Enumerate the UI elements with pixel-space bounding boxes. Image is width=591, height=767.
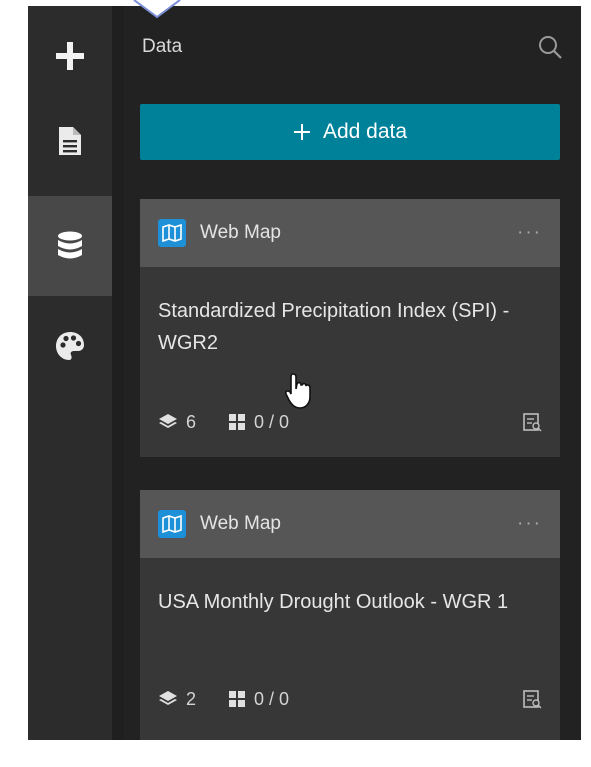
card-header: Web Map ···	[140, 490, 560, 558]
card-header: Web Map ···	[140, 199, 560, 267]
details-icon[interactable]	[522, 689, 542, 709]
layers-icon	[159, 414, 177, 428]
table-count-value: 0 / 0	[254, 411, 290, 432]
card-title: USA Monthly Drought Outlook - WGR 1	[158, 591, 509, 613]
card-stats: 2 0 / 0	[158, 686, 542, 712]
card-stats: 6 0 / 0	[158, 409, 542, 435]
web-map-icon	[158, 510, 186, 538]
rail-theme-button[interactable]	[28, 296, 112, 396]
side-rail	[28, 6, 112, 740]
rail-data-button[interactable]	[28, 196, 112, 296]
data-card[interactable]: Web Map ··· USA Monthly Drought Outlook …	[140, 490, 560, 740]
rail-page-button[interactable]	[28, 91, 112, 191]
layer-count-value: 2	[186, 688, 197, 709]
hand-cursor-icon	[285, 373, 311, 409]
layers-icon	[159, 691, 177, 705]
table-count: 0 / 0	[228, 412, 289, 433]
document-icon	[59, 127, 81, 155]
card-type-label: Web Map	[200, 513, 281, 534]
add-data-button[interactable]: Add data	[140, 104, 560, 160]
data-card[interactable]: Web Map ··· Standardized Precipitation I…	[140, 199, 560, 457]
plus-icon	[56, 42, 84, 70]
plus-icon	[293, 124, 310, 140]
web-map-icon	[158, 219, 186, 247]
table-count-value: 0 / 0	[254, 688, 290, 709]
details-icon[interactable]	[522, 412, 542, 432]
card-type-label: Web Map	[200, 222, 281, 243]
more-options-icon[interactable]: ···	[517, 513, 542, 535]
layer-count-value: 6	[186, 411, 197, 432]
layer-count: 2	[158, 689, 196, 710]
palette-icon	[56, 332, 84, 360]
card-title: Standardized Precipitation Index (SPI) -…	[158, 300, 510, 354]
data-panel: Data Add data Web Map ··· Standardized P…	[124, 6, 581, 740]
table-count: 0 / 0	[228, 689, 289, 710]
more-options-icon[interactable]: ···	[517, 222, 542, 244]
panel-title: Data	[142, 36, 183, 57]
panel-header: Data	[142, 32, 563, 62]
table-icon	[229, 414, 246, 430]
database-icon	[58, 231, 82, 259]
layer-count: 6	[158, 412, 196, 433]
search-icon[interactable]	[537, 34, 563, 60]
add-data-label: Add data	[322, 120, 408, 143]
table-icon	[229, 691, 246, 707]
tooltip-pointer	[133, 0, 181, 19]
